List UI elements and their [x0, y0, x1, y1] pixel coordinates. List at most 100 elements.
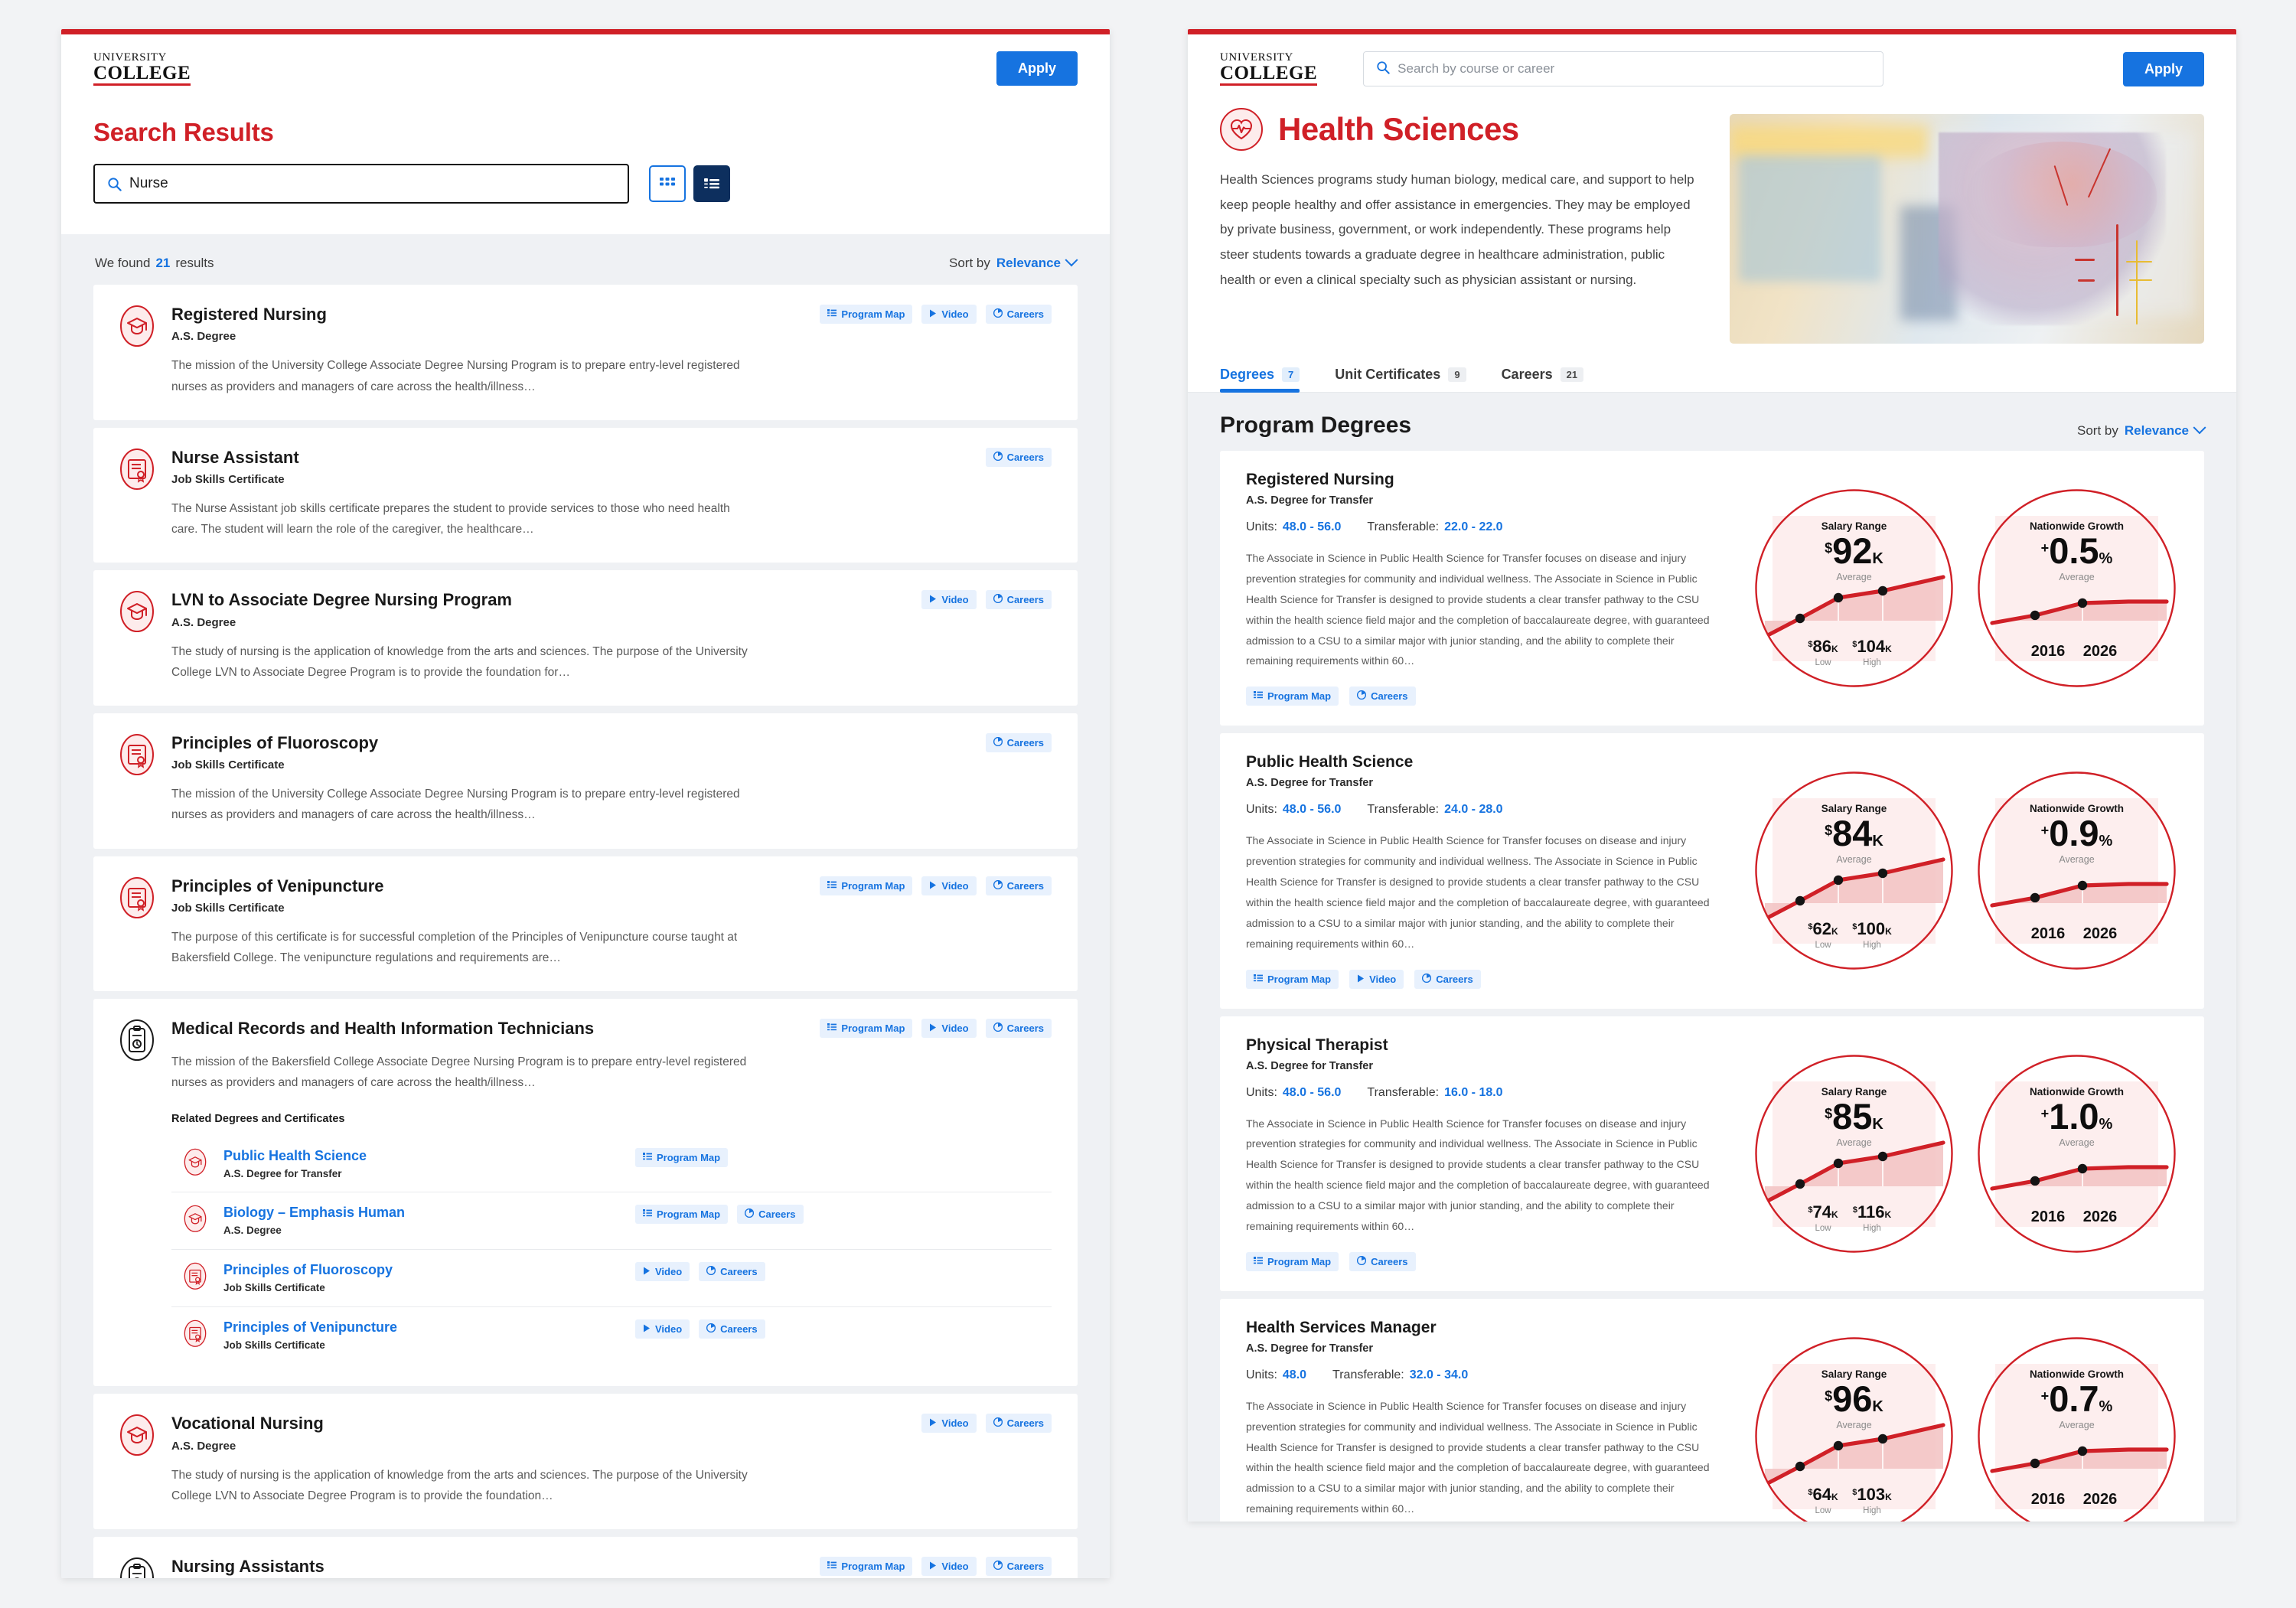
- list-item[interactable]: Biology – Emphasis Human A.S. Degree Pro…: [171, 1192, 1052, 1251]
- video-play-icon: [930, 1418, 937, 1427]
- tag-label: Video: [941, 879, 969, 892]
- result-title[interactable]: Principles of Fluoroscopy: [171, 733, 378, 753]
- result-title[interactable]: Medical Records and Health Information T…: [171, 1019, 594, 1039]
- degree-title[interactable]: Public Health Science: [1246, 753, 1722, 771]
- tag-careers[interactable]: Careers: [1414, 969, 1481, 989]
- svg-text:Low: Low: [1815, 1506, 1831, 1515]
- tag-video[interactable]: Video: [921, 590, 977, 610]
- related-title[interactable]: Principles of Fluoroscopy: [223, 1262, 621, 1278]
- table-row[interactable]: Nursing Assistants Program Map Video Car…: [93, 1536, 1078, 1578]
- program-map-icon: [827, 1561, 837, 1572]
- result-title[interactable]: LVN to Associate Degree Nursing Program: [171, 590, 512, 610]
- tag-program-map[interactable]: Program Map: [1246, 687, 1339, 706]
- tag-careers[interactable]: Careers: [985, 876, 1052, 895]
- table-row[interactable]: Principles of Fluoroscopy Job Skills Cer…: [93, 713, 1078, 849]
- program-map-icon: [643, 1152, 652, 1163]
- result-title[interactable]: Vocational Nursing: [171, 1414, 324, 1434]
- video-play-icon: [930, 1023, 937, 1032]
- tab-unit-certificates[interactable]: Unit Certificates 9: [1335, 367, 1466, 392]
- list-view-icon[interactable]: [693, 165, 730, 202]
- tag-careers[interactable]: Careers: [737, 1205, 804, 1225]
- university-college-logo[interactable]: UNIVERSITY COLLEGE: [93, 51, 191, 86]
- related-title[interactable]: Biology – Emphasis Human: [223, 1205, 621, 1221]
- tag-program-map[interactable]: Program Map: [635, 1147, 729, 1167]
- result-title[interactable]: Registered Nursing: [171, 305, 327, 325]
- video-play-icon: [929, 308, 937, 320]
- header-search-wrapper[interactable]: [1363, 51, 1884, 86]
- tag-careers[interactable]: Careers: [985, 590, 1052, 610]
- table-row[interactable]: Physical Therapist A.S. Degree for Trans…: [1220, 1016, 2204, 1291]
- view-toggle-group: [649, 165, 730, 202]
- sort-by-control-left[interactable]: Sort by Relevance: [949, 253, 1078, 271]
- table-row[interactable]: Medical Records and Health Information T…: [93, 999, 1078, 1387]
- related-title[interactable]: Public Health Science: [223, 1148, 621, 1164]
- tag-program-map[interactable]: Program Map: [820, 876, 913, 895]
- table-row[interactable]: Registered Nursing A.S. Degree Program M…: [93, 285, 1078, 420]
- tag-video[interactable]: Video: [1349, 969, 1404, 989]
- tag-program-map[interactable]: Program Map: [1246, 969, 1339, 989]
- university-college-logo-right[interactable]: UNIVERSITY COLLEGE: [1220, 52, 1318, 86]
- tag-video[interactable]: Video: [921, 1019, 977, 1039]
- tag-careers[interactable]: Careers: [985, 447, 1052, 467]
- tag-video[interactable]: Video: [921, 1414, 977, 1434]
- tag-label: Careers: [1006, 594, 1044, 606]
- careers-icon: [993, 451, 1003, 461]
- related-title[interactable]: Principles of Venipuncture: [223, 1319, 621, 1336]
- result-subtitle: Job Skills Certificate: [171, 473, 285, 487]
- result-title[interactable]: Nurse Assistant: [171, 448, 299, 468]
- tag-video[interactable]: Video: [921, 876, 977, 895]
- degree-title[interactable]: Registered Nursing: [1246, 471, 1722, 489]
- result-title[interactable]: Principles of Venipuncture: [171, 876, 384, 896]
- sort-by-control-right[interactable]: Sort by Relevance: [2077, 421, 2206, 439]
- tag-video[interactable]: Video: [635, 1319, 690, 1339]
- certificate-icon: [184, 1319, 210, 1352]
- tag-program-map[interactable]: Program Map: [820, 1019, 913, 1039]
- table-row[interactable]: Health Services Manager A.S. Degree for …: [1220, 1298, 2204, 1522]
- tag-label: Video: [941, 594, 969, 606]
- list-item[interactable]: Principles of Venipuncture Job Skills Ce…: [171, 1307, 1052, 1364]
- tag-video[interactable]: Video: [635, 1262, 690, 1282]
- search-input[interactable]: [129, 175, 615, 192]
- apply-button-header-right[interactable]: Apply: [2122, 51, 2204, 86]
- table-row[interactable]: Public Health Science A.S. Degree for Tr…: [1220, 733, 2204, 1009]
- result-title[interactable]: Nursing Assistants: [171, 1557, 325, 1577]
- grid-view-icon[interactable]: [649, 165, 686, 202]
- degree-title[interactable]: Health Services Manager: [1246, 1319, 1722, 1337]
- results-meta: We found 21 results Sort by Relevance: [93, 251, 1078, 285]
- tag-careers[interactable]: Careers: [985, 1019, 1052, 1039]
- tag-video[interactable]: Video: [921, 1556, 977, 1576]
- table-row[interactable]: Nurse Assistant Job Skills Certificate C…: [93, 427, 1078, 563]
- tag-careers[interactable]: Careers: [985, 732, 1052, 752]
- tag-careers[interactable]: Careers: [985, 305, 1052, 324]
- tag-program-map[interactable]: Program Map: [635, 1205, 729, 1225]
- table-row[interactable]: Principles of Venipuncture Job Skills Ce…: [93, 856, 1078, 992]
- tag-careers[interactable]: Careers: [985, 1414, 1052, 1434]
- degree-title[interactable]: Physical Therapist: [1246, 1036, 1722, 1055]
- tag-program-map[interactable]: Program Map: [820, 305, 913, 324]
- top-accent-bar: [61, 29, 1110, 34]
- certificate-icon: [119, 733, 155, 826]
- tag-label: Video: [941, 1023, 969, 1035]
- apply-button-header-left[interactable]: Apply: [996, 51, 1078, 86]
- table-row[interactable]: Registered Nursing A.S. Degree for Trans…: [1220, 451, 2204, 726]
- list-item[interactable]: Principles of Fluoroscopy Job Skills Cer…: [171, 1250, 1052, 1307]
- tab-careers[interactable]: Careers 21: [1502, 367, 1584, 392]
- degree-subtitle: A.S. Degree for Transfer: [1246, 777, 1373, 790]
- svg-text:Low: Low: [1815, 1224, 1831, 1233]
- tag-program-map[interactable]: Program Map: [1246, 1251, 1339, 1271]
- table-row[interactable]: LVN to Associate Degree Nursing Program …: [93, 570, 1078, 706]
- tab-degrees[interactable]: Degrees 7: [1220, 367, 1300, 393]
- program-degrees-header: Program Degrees Sort by Relevance: [1220, 413, 2206, 439]
- tag-careers[interactable]: Careers: [1349, 1251, 1416, 1271]
- tag-careers[interactable]: Careers: [985, 1556, 1052, 1576]
- table-row[interactable]: Vocational Nursing A.S. Degree Video Car…: [93, 1394, 1078, 1529]
- search-input-wrapper[interactable]: [93, 164, 629, 204]
- transferable-field: Transferable: 32.0 - 34.0: [1332, 1368, 1469, 1381]
- tag-careers[interactable]: Careers: [699, 1262, 765, 1282]
- header-search-input[interactable]: [1397, 61, 1871, 77]
- tag-program-map[interactable]: Program Map: [820, 1556, 913, 1576]
- tag-careers[interactable]: Careers: [699, 1319, 765, 1339]
- list-item[interactable]: Public Health Science A.S. Degree for Tr…: [171, 1136, 1052, 1193]
- tag-careers[interactable]: Careers: [1349, 687, 1416, 706]
- tag-video[interactable]: Video: [921, 305, 977, 324]
